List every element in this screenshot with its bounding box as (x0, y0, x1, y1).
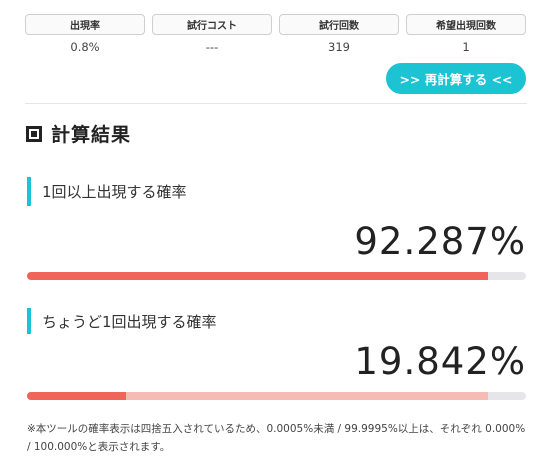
divider (25, 103, 527, 104)
label-accent-bar (27, 177, 31, 206)
result-value: 92.287% (354, 220, 526, 263)
param-trial-cost: 試行コスト --- (152, 14, 272, 54)
param-value: 1 (462, 40, 470, 54)
results-heading: 計算結果 (26, 120, 131, 147)
result-label: 1回以上出現する確率 (27, 177, 526, 206)
param-trial-count: 試行回数 319 (279, 14, 399, 54)
probability-bar (27, 392, 526, 400)
param-occurrence-rate: 出現率 0.8% (25, 14, 145, 54)
param-value: 0.8% (70, 40, 100, 54)
param-desired-count: 希望出現回数 1 (406, 14, 526, 54)
probability-bar (27, 272, 526, 280)
footnote: ※本ツールの確率表示は四捨五入されているため、0.0005%未満 / 99.99… (27, 423, 526, 453)
param-header: 試行回数 (279, 14, 399, 35)
param-header: 出現率 (25, 14, 145, 35)
result-exactly-once: ちょうど1回出現する確率 19.842% (27, 308, 526, 400)
param-value: 319 (328, 40, 350, 54)
probability-bar-fill (27, 392, 126, 400)
page-title: 計算結果 (51, 124, 132, 146)
square-bullet-icon (26, 125, 42, 142)
result-label: ちょうど1回出現する確率 (27, 308, 526, 334)
param-header: 試行コスト (152, 14, 272, 35)
result-label-text: 1回以上出現する確率 (42, 183, 187, 201)
param-header: 希望出現回数 (406, 14, 526, 35)
parameter-summary: 出現率 0.8% 試行コスト --- 試行回数 319 希望出現回数 1 (25, 14, 527, 54)
result-value: 19.842% (354, 340, 526, 383)
result-at-least-once: 1回以上出現する確率 92.287% (27, 177, 526, 280)
result-label-text: ちょうど1回出現する確率 (42, 312, 217, 331)
param-value: --- (205, 40, 219, 54)
recalculate-button[interactable]: >> 再計算する << (386, 63, 526, 94)
label-accent-bar (27, 308, 31, 334)
probability-bar-fill (27, 272, 488, 280)
